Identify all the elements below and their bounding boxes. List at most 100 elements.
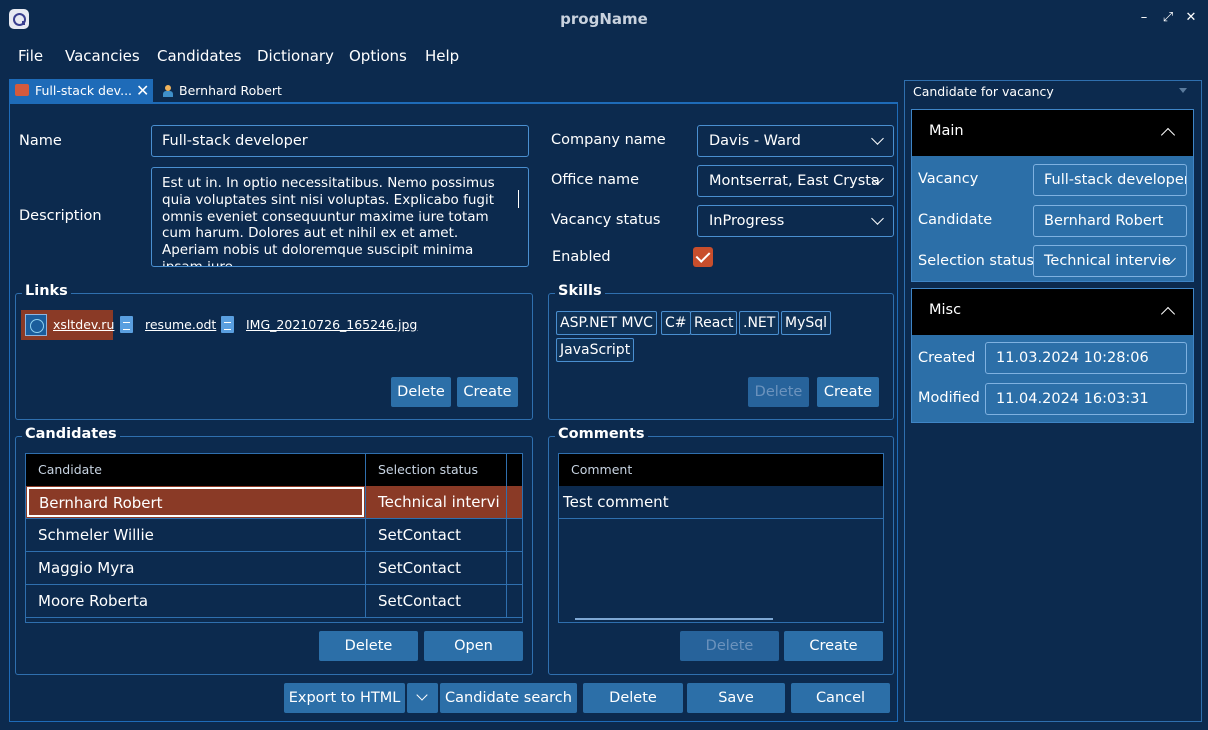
candidate-name-cell: Bernhard Robert (27, 487, 364, 517)
selection-status-value: Technical intervie (1044, 253, 1171, 269)
column-selection-status[interactable]: Selection status (366, 454, 478, 486)
candidate-name-cell: Moore Roberta (38, 592, 149, 610)
vacancy-label: Vacancy (918, 171, 979, 187)
maximize-button[interactable]: ⤢ (1160, 10, 1176, 26)
save-button[interactable]: Save (687, 683, 785, 713)
menu-options[interactable]: Options (349, 47, 407, 65)
candidate-field[interactable]: Bernhard Robert (1033, 205, 1187, 237)
horizontal-scrollbar[interactable] (575, 618, 773, 620)
candidates-title: Candidates (22, 426, 120, 442)
menu-help[interactable]: Help (425, 47, 459, 65)
candidate-search-button[interactable]: Candidate search (440, 683, 577, 713)
candidate-status-cell: SetContact (378, 592, 461, 610)
table-row[interactable]: Bernhard Robert Technical intervi (26, 486, 522, 519)
menu-vacancies[interactable]: Vacancies (65, 47, 140, 65)
vacancy-icon (15, 84, 29, 96)
company-select[interactable]: Davis - Ward (697, 125, 894, 157)
candidates-delete-button[interactable]: Delete (319, 631, 418, 661)
office-value: Montserrat, East Crysta (709, 173, 880, 189)
candidate-name-cell: Maggio Myra (38, 559, 135, 577)
link-resume[interactable]: resume.odt (145, 317, 216, 332)
candidates-open-button[interactable]: Open (424, 631, 523, 661)
skill-tag[interactable]: .NET (739, 311, 780, 335)
comment-cell: Test comment (563, 493, 669, 511)
collapse-icon (1160, 127, 1176, 143)
tab-candidate[interactable]: Bernhard Robert (160, 79, 290, 103)
candidate-label: Candidate (918, 212, 993, 228)
column-comment[interactable]: Comment (559, 454, 632, 486)
globe-icon (25, 314, 47, 336)
description-textarea[interactable]: Est ut in. In optio necessitatibus. Nemo… (151, 167, 529, 267)
created-field[interactable]: 11.03.2024 10:28:06 (985, 342, 1187, 374)
minimize-button[interactable]: – (1136, 10, 1152, 26)
main-section-title: Main (929, 123, 964, 139)
modified-field[interactable]: 11.04.2024 16:03:31 (985, 383, 1187, 415)
tab-candidate-label: Bernhard Robert (179, 83, 282, 98)
company-value: Davis - Ward (709, 133, 801, 149)
text-cursor (518, 190, 519, 208)
link-website[interactable]: xsltdev.ru (53, 317, 114, 332)
menu-dictionary[interactable]: Dictionary (257, 47, 334, 65)
tab-vacancy-label: Full-stack dev... (35, 83, 133, 98)
main-section-header[interactable]: Main (912, 110, 1193, 156)
enabled-checkbox[interactable] (693, 247, 713, 267)
export-html-button[interactable]: Export to HTML (284, 683, 405, 713)
office-select[interactable]: Montserrat, East Crysta (697, 165, 894, 197)
delete-button[interactable]: Delete (583, 683, 683, 713)
table-row[interactable]: Schmeler Willie SetContact (26, 519, 522, 552)
status-value: InProgress (709, 213, 785, 229)
column-candidate[interactable]: Candidate (26, 454, 102, 486)
created-label: Created (918, 350, 976, 366)
skill-tag[interactable]: JavaScript (556, 338, 635, 362)
status-select[interactable]: InProgress (697, 205, 894, 237)
description-label: Description (19, 208, 102, 224)
skills-title: Skills (555, 283, 605, 299)
skills-create-button[interactable]: Create (817, 377, 879, 407)
window-title: progName (560, 10, 648, 28)
menu-file[interactable]: File (18, 47, 43, 65)
close-tab-icon[interactable]: ✕ (136, 81, 149, 100)
skill-tag[interactable]: MySql (781, 311, 832, 335)
candidate-name-cell: Schmeler Willie (38, 526, 154, 544)
skills-delete-button[interactable]: Delete (748, 377, 809, 407)
close-window-button[interactable]: ✕ (1183, 10, 1199, 26)
comments-table: Comment Test comment (558, 453, 884, 623)
skill-tag[interactable]: C# (661, 311, 691, 335)
table-row[interactable]: Test comment (559, 486, 883, 519)
vacancy-field[interactable]: Full-stack developer (1033, 164, 1187, 196)
candidate-status-cell: Technical intervi (378, 493, 500, 511)
links-title: Links (22, 283, 71, 299)
misc-section-header[interactable]: Misc (912, 289, 1193, 335)
candidate-status-cell: SetContact (378, 526, 461, 544)
name-label: Name (19, 133, 62, 149)
selection-status-label: Selection status (918, 253, 1034, 269)
skill-tag[interactable]: React (690, 311, 738, 335)
document-icon (120, 316, 133, 333)
comments-title: Comments (555, 426, 648, 442)
person-icon (163, 85, 173, 97)
comments-delete-button[interactable]: Delete (680, 631, 779, 661)
menu-candidates[interactable]: Candidates (157, 47, 242, 65)
link-image[interactable]: IMG_20210726_165246.jpg (246, 317, 417, 332)
modified-label: Modified (918, 390, 980, 406)
panel-menu-icon[interactable] (1179, 88, 1187, 93)
candidate-status-cell: SetContact (378, 559, 461, 577)
office-label: Office name (551, 172, 640, 188)
links-delete-button[interactable]: Delete (391, 377, 451, 407)
company-label: Company name (551, 132, 666, 148)
name-input[interactable]: Full-stack developer (151, 125, 529, 157)
comments-create-button[interactable]: Create (784, 631, 883, 661)
enabled-label: Enabled (552, 249, 611, 265)
column-divider (506, 454, 507, 618)
cancel-button[interactable]: Cancel (791, 683, 890, 713)
links-create-button[interactable]: Create (457, 377, 518, 407)
skill-tag[interactable]: ASP.NET MVC (556, 311, 657, 335)
table-row[interactable]: Moore Roberta SetContact (26, 585, 522, 618)
collapse-icon (1160, 306, 1176, 322)
right-panel-title: Candidate for vacancy (913, 84, 1054, 99)
table-row[interactable]: Maggio Myra SetContact (26, 552, 522, 585)
status-label: Vacancy status (551, 212, 661, 228)
selection-status-select[interactable]: Technical intervie (1033, 245, 1187, 277)
tab-vacancy[interactable]: Full-stack dev... ✕ (9, 79, 153, 103)
document-icon (221, 316, 234, 333)
